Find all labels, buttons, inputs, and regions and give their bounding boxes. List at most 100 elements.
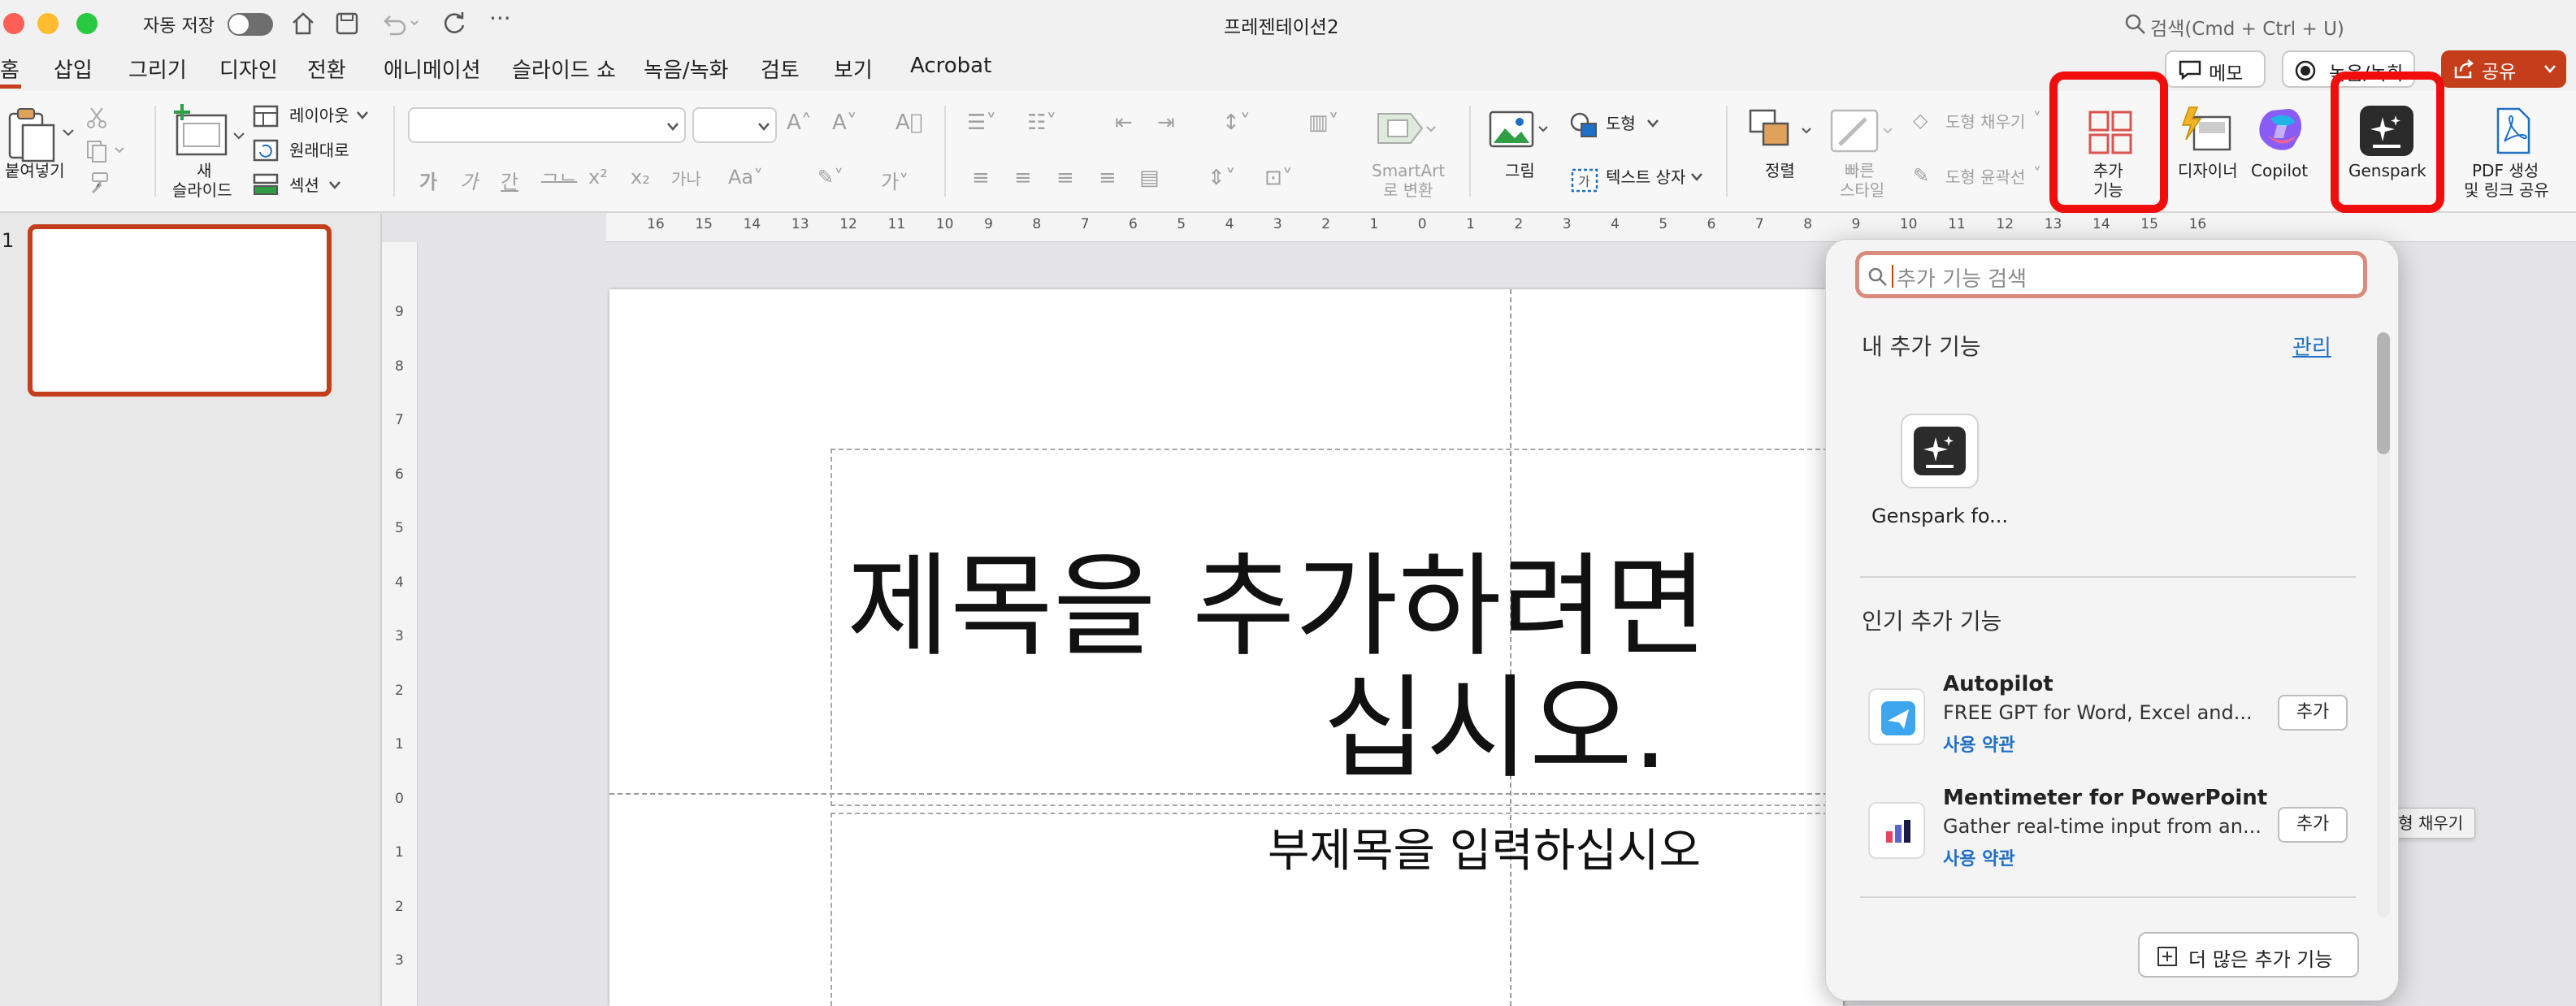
tab-draw[interactable]: 그리기 (128, 54, 187, 84)
italic-icon[interactable]: 가 (460, 166, 478, 194)
textbox-label[interactable]: 텍스트 상자 (1606, 167, 1685, 187)
align-left-icon[interactable]: ≡ (972, 166, 990, 190)
quick-styles-icon[interactable] (1828, 107, 1898, 156)
chevron-down-icon[interactable] (328, 180, 341, 190)
align-text-icon[interactable]: ⊡˅ (1264, 166, 1293, 190)
tab-animations[interactable]: 애니메이션 (384, 54, 481, 84)
ruler-tick-label: 9 (395, 304, 404, 320)
search-box[interactable]: 검색(Cmd + Ctrl + U) (2150, 13, 2344, 41)
more-addins-button[interactable]: 더 많은 추가 기능 (2138, 932, 2359, 978)
decrease-font-icon[interactable]: A˅ (832, 111, 857, 135)
font-color-icon[interactable]: 가˅ (881, 166, 909, 194)
strikethrough-icon[interactable]: ᄀᄂ (541, 166, 577, 194)
chevron-down-icon[interactable] (1646, 119, 1659, 128)
picture-icon[interactable] (1487, 109, 1552, 151)
share-button[interactable]: 공유 (2441, 50, 2566, 88)
redo-icon[interactable] (440, 10, 468, 37)
increase-font-icon[interactable]: A˄ (787, 111, 812, 135)
tab-review[interactable]: 검토 (761, 54, 800, 84)
copy-icon[interactable] (85, 138, 127, 163)
subtitle-placeholder[interactable]: 부제목을 입력하십시오 (830, 813, 1845, 1006)
text-direction-icon[interactable]: ⇕˅ (1208, 166, 1236, 190)
numbering-icon[interactable]: ☷˅ (1027, 111, 1056, 135)
mentimeter-add-button[interactable]: 추가 (2278, 807, 2348, 843)
tab-record[interactable]: 녹음/녹화 (644, 54, 728, 84)
my-addin-genspark[interactable] (1901, 414, 1979, 488)
tab-design[interactable]: 디자인 (219, 54, 278, 84)
align-right-icon[interactable]: ≡ (1056, 166, 1074, 190)
tab-view[interactable]: 보기 (834, 54, 873, 84)
format-painter-icon[interactable] (85, 171, 111, 195)
justify-icon[interactable]: ≡ (1099, 166, 1117, 190)
bullets-icon[interactable]: ☰˅ (967, 111, 996, 135)
autopilot-terms-link[interactable]: 사용 약관 (1943, 731, 2015, 757)
section-label[interactable]: 섹션 (289, 176, 319, 195)
chevron-down-icon[interactable]: ˅ (2033, 109, 2041, 128)
chevron-down-icon[interactable] (356, 111, 369, 120)
home-icon[interactable] (289, 10, 317, 37)
undo-icon[interactable] (379, 10, 419, 37)
columns-icon[interactable]: ▥˅ (1308, 111, 1339, 135)
change-case-icon[interactable]: Aa˅ (728, 166, 763, 189)
layout-icon[interactable] (252, 104, 280, 128)
tab-transitions[interactable]: 전환 (307, 54, 346, 84)
font-size-select[interactable] (692, 107, 777, 143)
chevron-down-icon[interactable] (1690, 172, 1703, 182)
highlight-icon[interactable]: ✎˅ (817, 166, 843, 189)
pdf-icon[interactable] (2490, 106, 2535, 156)
text-effect-icon[interactable]: 가나 (671, 166, 701, 189)
align-center-icon[interactable]: ≡ (1014, 166, 1032, 190)
close-window-button[interactable] (3, 13, 24, 34)
superscript-icon[interactable]: x² (588, 166, 608, 189)
shape-fill-icon[interactable]: ◇ (1913, 109, 1928, 132)
zoom-window-button[interactable] (76, 13, 98, 34)
layout-label[interactable]: 레이아웃 (289, 106, 349, 125)
increase-indent-icon[interactable]: ⇥ (1157, 111, 1175, 135)
paste-icon[interactable] (7, 106, 75, 166)
tab-insert[interactable]: 삽입 (54, 54, 93, 84)
title-placeholder[interactable]: 제목을 추가하려면 십시오. (830, 449, 1845, 806)
clear-format-icon[interactable]: A⃥ (896, 111, 922, 135)
bold-icon[interactable]: 가 (419, 166, 437, 194)
shape-icon[interactable] (1568, 111, 1601, 140)
smartart-icon[interactable] (1373, 109, 1438, 151)
distribute-icon[interactable]: ▤ (1139, 166, 1160, 190)
copilot-icon[interactable] (2254, 102, 2306, 156)
designer-icon[interactable] (2179, 104, 2236, 158)
decrease-indent-icon[interactable]: ⇤ (1115, 111, 1133, 135)
autopilot-add-button[interactable]: 추가 (2278, 695, 2348, 731)
shape-outline-icon[interactable]: ✎ (1913, 164, 1929, 187)
line-spacing-icon[interactable]: ↕˅ (1222, 111, 1251, 135)
shape-label[interactable]: 도형 (1606, 114, 1636, 133)
section-icon[interactable] (252, 172, 280, 197)
autosave-toggle[interactable] (228, 13, 273, 36)
tab-acrobat[interactable]: Acrobat (910, 54, 991, 78)
arrange-icon[interactable] (1747, 107, 1817, 156)
mentimeter-terms-link[interactable]: 사용 약관 (1943, 844, 2015, 870)
shape-fill-label[interactable]: 도형 채우기 (1945, 112, 2025, 132)
textbox-icon[interactable]: 가 (1568, 166, 1601, 195)
save-icon[interactable] (333, 10, 361, 37)
addins-scrollbar[interactable] (2377, 332, 2390, 917)
slide-thumbnail[interactable] (28, 224, 332, 397)
new-slide-icon[interactable] (169, 102, 247, 167)
slide[interactable]: 제목을 추가하려면 십시오. 부제목을 입력하십시오 (609, 289, 1845, 1006)
minimize-window-button[interactable] (37, 13, 59, 34)
addins-search-field[interactable]: 추가 기능 검색 (1855, 251, 2367, 298)
reset-icon[interactable] (252, 138, 280, 163)
manage-link[interactable]: 관리 (2292, 331, 2331, 361)
underline-icon[interactable]: 간 (501, 166, 518, 194)
chevron-down-icon[interactable]: ˅ (2033, 164, 2041, 184)
memo-button[interactable]: 메모 (2165, 50, 2266, 88)
font-name-select[interactable] (408, 107, 686, 143)
vertical-ruler[interactable] (382, 242, 418, 1006)
more-icon[interactable]: ··· (489, 5, 511, 32)
cut-icon[interactable] (85, 106, 109, 130)
subscript-icon[interactable]: x₂ (631, 166, 650, 189)
tab-home[interactable]: 홈 (0, 54, 20, 84)
scrollbar-thumb[interactable] (2377, 332, 2390, 454)
reset-label[interactable]: 원래대로 (289, 141, 349, 160)
tab-slideshow[interactable]: 슬라이드 쇼 (512, 54, 616, 84)
new-slide-label-1: 새 (197, 161, 212, 180)
shape-outline-label[interactable]: 도형 윤곽선 (1945, 167, 2025, 187)
